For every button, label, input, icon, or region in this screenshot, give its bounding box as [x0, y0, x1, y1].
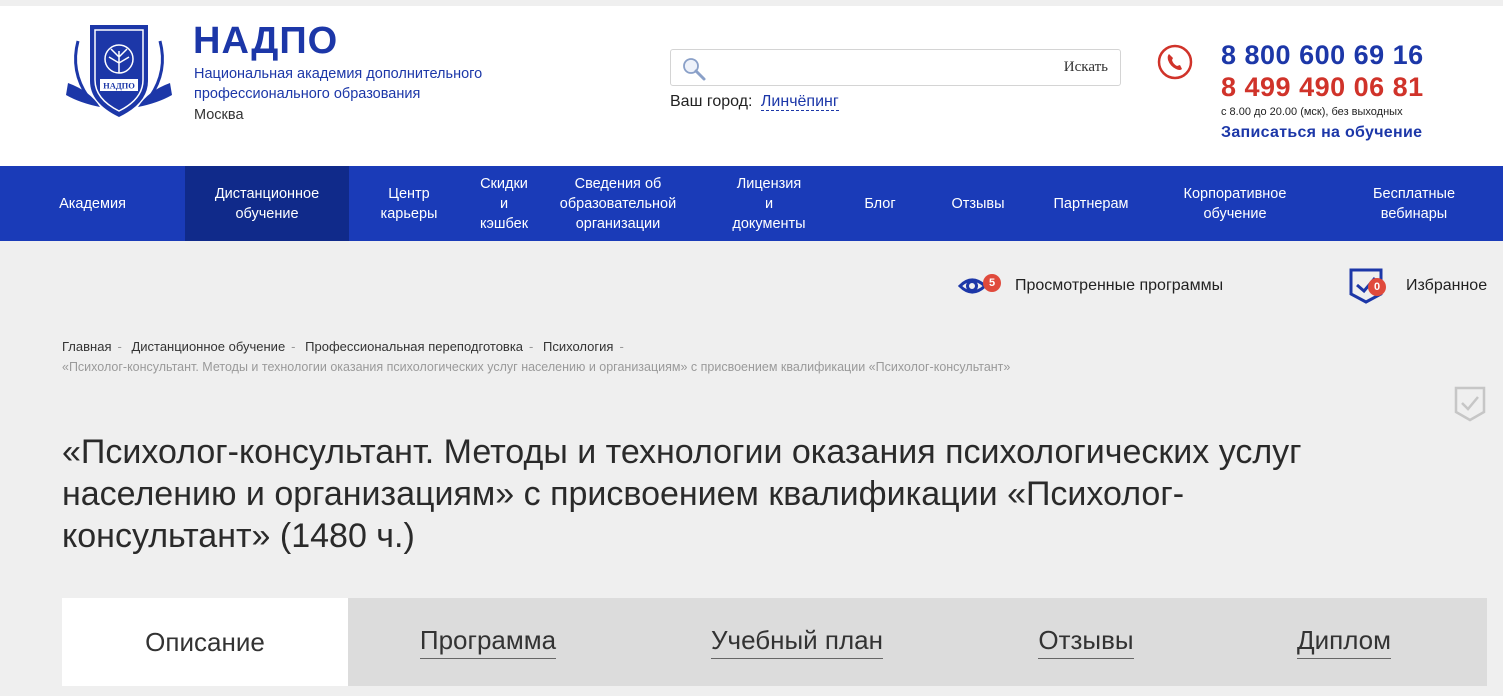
- favorites[interactable]: 0 Избранное: [1348, 268, 1487, 304]
- search-input[interactable]: [713, 54, 1043, 81]
- breadcrumb-current: «Психолог-консультант. Методы и технолог…: [62, 360, 1011, 374]
- enroll-link[interactable]: Записаться на обучение: [1221, 124, 1422, 142]
- viewed-programs[interactable]: 5 Просмотренные программы: [957, 272, 1223, 300]
- nav-item-academy[interactable]: Академия: [0, 166, 185, 241]
- phone-number-1[interactable]: 8 800 600 69 16: [1221, 40, 1424, 71]
- page-title: «Психолог-консультант. Методы и технолог…: [62, 433, 1302, 555]
- nav-item-discounts[interactable]: Скидки и кэшбек: [469, 166, 539, 241]
- tab-description[interactable]: Описание: [62, 598, 348, 686]
- search-box: Искать: [670, 49, 1121, 86]
- breadcrumb-home[interactable]: Главная: [62, 339, 111, 354]
- site-header: НАДПО НАДПО Национальная академия дополн…: [0, 6, 1503, 166]
- add-to-favorites-icon[interactable]: [1453, 386, 1487, 422]
- breadcrumb: Главная - Дистанционное обучение - Професс…: [62, 339, 624, 354]
- city-link[interactable]: Линчёпинг: [760, 93, 839, 111]
- phone-icon: [1157, 44, 1193, 80]
- working-hours: с 8.00 до 20.00 (мск), без выходных: [1221, 106, 1403, 118]
- nav-item-license[interactable]: Лицензия и документы: [697, 166, 841, 241]
- favorites-count-badge: 0: [1368, 278, 1386, 296]
- nav-item-partners[interactable]: Партнерам: [1037, 166, 1145, 241]
- brand-subtitle: Национальная академия дополнительного пр…: [194, 66, 483, 102]
- brand-city: Москва: [194, 107, 244, 123]
- svg-text:НАДПО: НАДПО: [103, 81, 135, 91]
- nav-item-blog[interactable]: Блог: [841, 166, 919, 241]
- nav-item-reviews[interactable]: Отзывы: [919, 166, 1037, 241]
- city-selector: Ваш город: Линчёпинг: [670, 93, 839, 111]
- breadcrumb-distance-learning[interactable]: Дистанционное обучение: [131, 339, 285, 354]
- tab-reviews[interactable]: Отзывы: [966, 598, 1206, 686]
- nav-item-career-center[interactable]: Центр карьеры: [349, 166, 469, 241]
- tab-diploma[interactable]: Диплом: [1206, 598, 1482, 686]
- favorites-widget: 0: [1348, 268, 1386, 304]
- tab-curriculum[interactable]: Учебный план: [628, 598, 966, 686]
- phone-number-2[interactable]: 8 499 490 06 81: [1221, 72, 1424, 103]
- viewed-count-badge: 5: [983, 274, 1001, 292]
- nav-item-org-info[interactable]: Сведения об образовательной организации: [539, 166, 697, 241]
- search-icon: [683, 58, 706, 81]
- brand-name[interactable]: НАДПО: [193, 21, 338, 61]
- nav-item-corporate[interactable]: Корпоративное обучение: [1145, 166, 1325, 241]
- search-button[interactable]: Искать: [1064, 59, 1108, 76]
- breadcrumb-retraining[interactable]: Профессиональная переподготовка: [305, 339, 523, 354]
- tab-program[interactable]: Программа: [348, 598, 628, 686]
- main-nav: Академия Дистанционное обучение Центр ка…: [0, 166, 1503, 241]
- viewed-programs-label: Просмотренные программы: [1015, 277, 1224, 294]
- city-label: Ваш город:: [670, 93, 753, 110]
- nav-item-webinars[interactable]: Бесплатные вебинары: [1325, 166, 1503, 241]
- breadcrumb-psychology[interactable]: Психология: [543, 339, 613, 354]
- viewed-programs-widget: 5: [957, 272, 1001, 300]
- program-tabs: Описание Программа Учебный план Отзывы Д…: [62, 598, 1487, 686]
- favorites-label: Избранное: [1406, 277, 1488, 294]
- academy-emblem-icon[interactable]: НАДПО: [60, 21, 178, 121]
- nav-item-distance-learning[interactable]: Дистанционное обучение: [185, 166, 349, 241]
